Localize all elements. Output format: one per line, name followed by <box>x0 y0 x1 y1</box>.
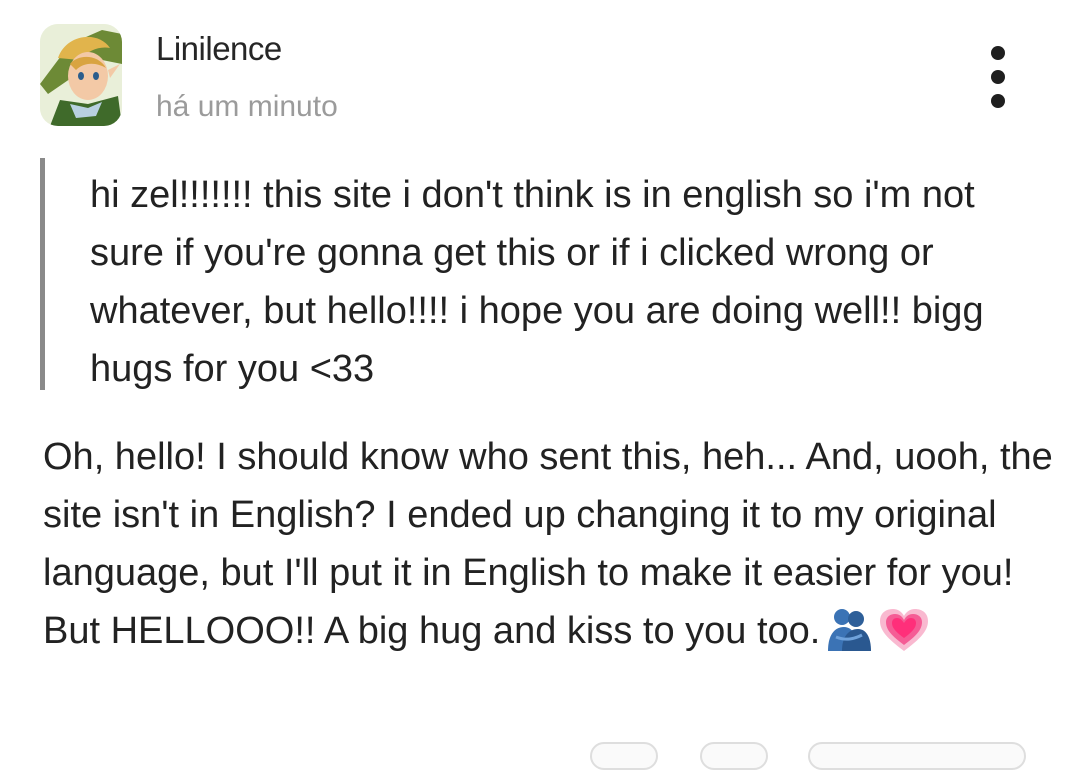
question-blockquote: hi zel!!!!!!! this site i don't think is… <box>40 158 1040 390</box>
answer-body: Oh, hello! I should know who sent this, … <box>43 428 1053 670</box>
post-header: Linilence há um minuto <box>40 24 1040 126</box>
avatar[interactable] <box>40 24 122 126</box>
post-actions-bar <box>0 742 1080 770</box>
more-vertical-icon-dot <box>991 94 1005 108</box>
post-card: Linilence há um minuto hi zel!!!!!!! thi… <box>0 0 1080 770</box>
comment-action-button[interactable] <box>700 742 768 770</box>
like-action-button[interactable] <box>590 742 658 770</box>
avatar-image <box>40 24 122 126</box>
post-timestamp: há um minuto <box>156 90 338 123</box>
more-options-button[interactable] <box>980 44 1020 110</box>
share-action-button[interactable] <box>808 742 1026 770</box>
more-vertical-icon-dot <box>991 70 1005 84</box>
people-hugging-icon <box>826 607 872 670</box>
question-text: hi zel!!!!!!! this site i don't think is… <box>90 174 984 390</box>
quote-bar <box>40 158 45 390</box>
growing-heart-icon <box>878 607 930 670</box>
more-vertical-icon <box>991 46 1005 60</box>
author-name[interactable]: Linilence <box>156 30 282 68</box>
